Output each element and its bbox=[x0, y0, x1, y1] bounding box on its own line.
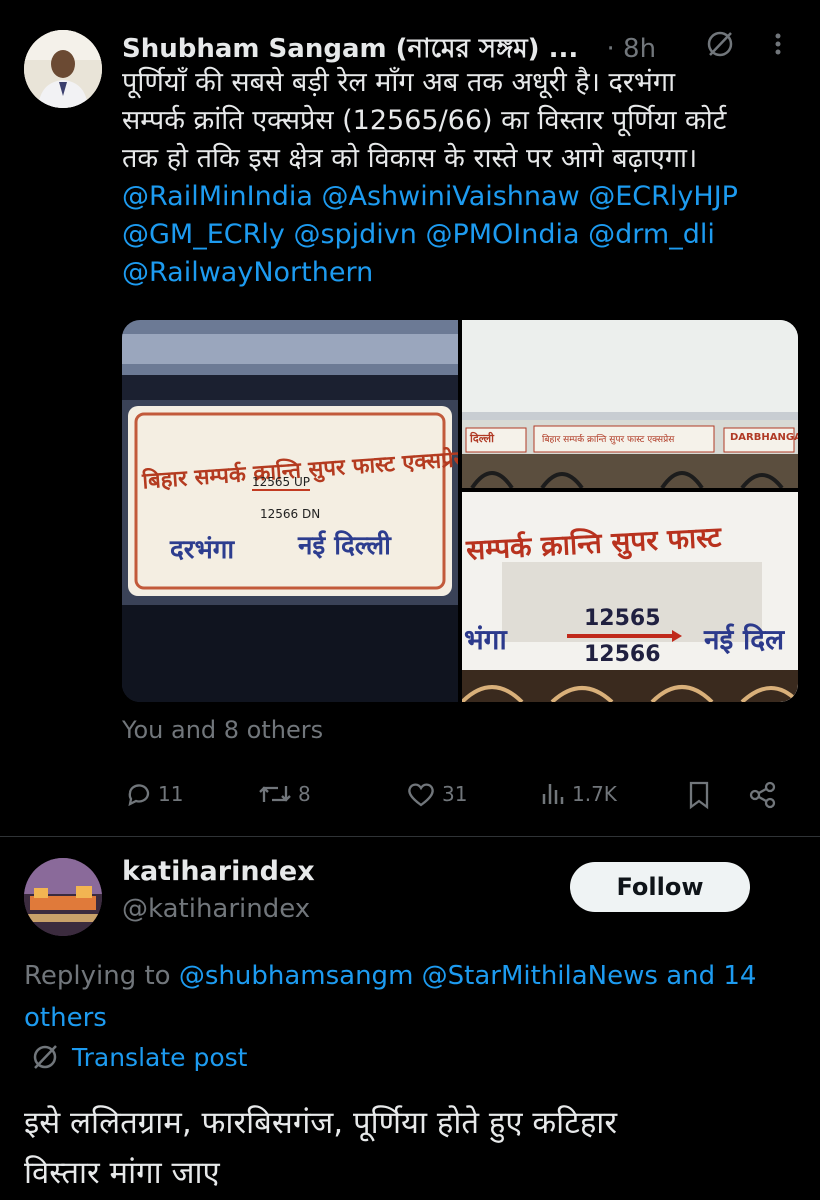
mentions-line[interactable]: @RailwayNorthern bbox=[122, 254, 812, 292]
station-photo bbox=[24, 858, 102, 936]
post-avatar[interactable] bbox=[24, 30, 102, 108]
repost-count: 8 bbox=[298, 782, 311, 806]
sign-number-dn: 12566 bbox=[584, 642, 661, 667]
reply-text-line: इसे ललितग्राम, फारबिसगंज, पूर्णिया होते … bbox=[24, 1105, 617, 1141]
more-options-icon[interactable] bbox=[766, 30, 790, 62]
mentions-line[interactable]: @GM_ECRly @spjdivn @PMOIndia @drm_dli bbox=[122, 216, 812, 254]
post-author-name[interactable]: Shubham Sangam (নামের সঙ্গম) ... bbox=[122, 34, 578, 64]
sign-to: नई दिल्ली bbox=[298, 531, 391, 561]
post-time[interactable]: · 8h bbox=[607, 34, 657, 64]
sign-from: भंगा bbox=[464, 623, 507, 656]
board-left: दिल्ली bbox=[470, 432, 494, 445]
translate-icon bbox=[33, 1045, 57, 1069]
repost-action[interactable]: 8 bbox=[258, 780, 311, 808]
reply-author-name[interactable]: katiharindex bbox=[122, 856, 315, 887]
post-text-line: तक हो तकि इस क्षेत्र को विकास के रास्ते … bbox=[122, 143, 698, 174]
replying-mentions[interactable]: @shubhamsangm @StarMithilaNews and 14 bbox=[179, 961, 757, 991]
reply-action[interactable]: 11 bbox=[124, 780, 183, 808]
board-middle: बिहार सम्पर्क क्रान्ति सुपर फास्ट एक्सप्… bbox=[542, 435, 675, 445]
translate-post[interactable]: Translate post bbox=[30, 1042, 247, 1072]
liked-by[interactable]: You and 8 others bbox=[122, 716, 323, 744]
views-action[interactable]: 1.7K bbox=[540, 780, 617, 808]
share-icon[interactable] bbox=[748, 780, 778, 814]
sign-number-up: 12565 UP bbox=[252, 475, 311, 491]
post-text-line: पूर्णियाँ की सबसे बड़ी रेल माँग अब तक अध… bbox=[122, 67, 676, 98]
like-count: 31 bbox=[442, 782, 468, 806]
post-text-line: सम्पर्क क्रांति एक्सप्रेस (12565/66) का … bbox=[122, 105, 727, 136]
grok-icon[interactable] bbox=[704, 28, 736, 64]
views-icon bbox=[542, 784, 564, 804]
board-right: DARBHANGA bbox=[730, 432, 798, 443]
bookmark-icon[interactable] bbox=[686, 780, 712, 814]
like-action[interactable]: 31 bbox=[406, 780, 467, 808]
person-photo bbox=[24, 30, 102, 108]
replying-to: Replying to @shubhamsangm @StarMithilaNe… bbox=[24, 954, 820, 998]
post-text: पूर्णियाँ की सबसे बड़ी रेल माँग अब तक अध… bbox=[122, 64, 812, 292]
replying-others[interactable]: others bbox=[24, 996, 107, 1040]
reply-icon bbox=[128, 784, 150, 807]
replying-prefix: Replying to bbox=[24, 961, 171, 991]
post-image-left[interactable]: बिहार सम्पर्क क्रान्ति सुपर फास्ट एक्सप्… bbox=[122, 320, 458, 702]
reply-text: इसे ललितग्राम, फारबिसगंज, पूर्णिया होते … bbox=[24, 1098, 814, 1198]
translate-label: Translate post bbox=[72, 1042, 248, 1072]
repost-icon bbox=[259, 786, 291, 802]
reply-text-line: विस्तार मांगा जाए bbox=[24, 1155, 220, 1191]
post-image-right-top[interactable]: दिल्ली बिहार सम्पर्क क्रान्ति सुपर फास्ट… bbox=[462, 320, 798, 488]
sign-number-dn: 12566 DN bbox=[260, 507, 321, 521]
sign-number-up: 12565 bbox=[584, 606, 661, 631]
views-count: 1.7K bbox=[572, 782, 617, 806]
post-image-right-bottom[interactable]: सम्पर्क क्रान्ति सुपर फास्ट 12565 12566 … bbox=[462, 492, 798, 702]
follow-button[interactable]: Follow bbox=[570, 862, 750, 912]
mentions-line[interactable]: @RailMinIndia @AshwiniVaishnaw @ECRlyHJP bbox=[122, 178, 812, 216]
sign-from: दरभंगा bbox=[170, 535, 235, 565]
reply-handle[interactable]: @katiharindex bbox=[122, 894, 310, 924]
reply-count: 11 bbox=[158, 782, 184, 806]
reply-avatar[interactable] bbox=[24, 858, 102, 936]
heart-icon bbox=[408, 783, 434, 807]
divider bbox=[0, 836, 820, 837]
sign-to: नई दिल bbox=[704, 623, 785, 656]
